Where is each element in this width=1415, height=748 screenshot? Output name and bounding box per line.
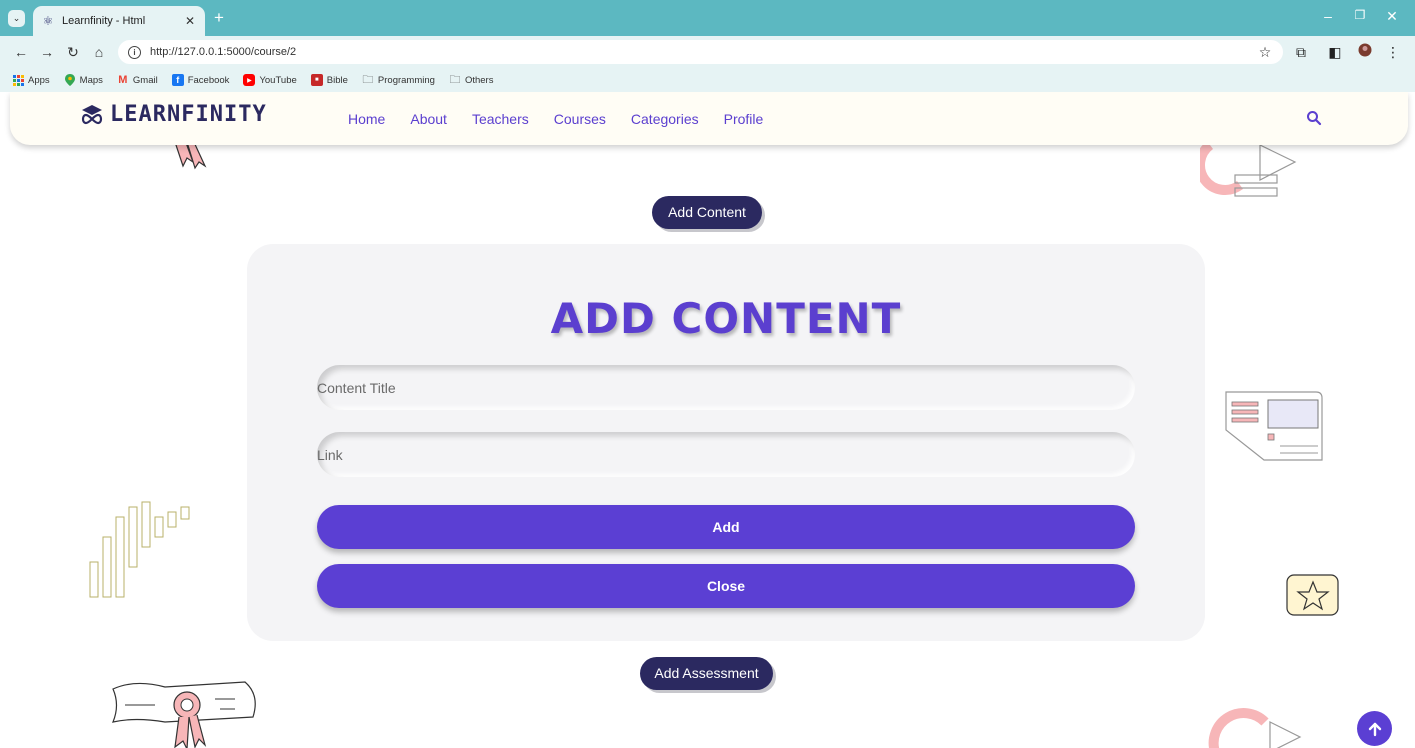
bookmark-youtube[interactable]: ▶ YouTube: [243, 74, 297, 86]
facebook-icon: f: [171, 74, 184, 86]
bookmark-star-icon[interactable]: ☆: [1256, 43, 1274, 61]
site-header: LEARNFINITY Home About Teachers Courses …: [10, 92, 1408, 145]
nav-teachers[interactable]: Teachers: [472, 111, 529, 127]
bookmark-label: Bible: [326, 74, 348, 86]
nav-home[interactable]: Home: [348, 111, 385, 127]
diploma-decoration-icon: [112, 681, 256, 748]
arrow-up-icon: [1368, 722, 1381, 736]
nav-courses[interactable]: Courses: [554, 111, 606, 127]
add-content-button[interactable]: Add Content: [652, 196, 762, 229]
folder-icon: 🗀: [449, 73, 461, 86]
bookmark-label: Programming: [377, 74, 435, 86]
address-bar[interactable]: i http://127.0.0.1:5000/course/2: [118, 40, 1283, 64]
browser-tab-bar: ⌄ ⚛ Learnfinity - Html ✕ + – ❐ ✕: [0, 0, 1415, 36]
home-icon[interactable]: ⌂: [90, 43, 108, 61]
bookmark-label: Others: [464, 74, 494, 86]
tab-search-chevron-icon[interactable]: ⌄: [8, 10, 25, 27]
browser-tab[interactable]: ⚛ Learnfinity - Html ✕: [33, 6, 205, 36]
maps-pin-icon: [64, 74, 76, 86]
window-close-icon[interactable]: ✕: [1382, 8, 1402, 25]
document-decoration-icon: [1225, 391, 1323, 461]
scroll-to-top-button[interactable]: [1357, 711, 1392, 746]
add-button[interactable]: Add: [317, 505, 1135, 549]
nav-categories[interactable]: Categories: [631, 111, 699, 127]
nav-about[interactable]: About: [410, 111, 447, 127]
bible-icon: ■: [310, 74, 323, 86]
bookmark-label: Facebook: [187, 74, 230, 86]
magnifier-decoration-bottom-icon: [1208, 708, 1302, 748]
site-logo[interactable]: LEARNFINITY: [80, 102, 267, 127]
page-body: LEARNFINITY Home About Teachers Courses …: [0, 92, 1415, 748]
content-title-input[interactable]: [317, 365, 1135, 410]
bookmark-apps[interactable]: Apps: [12, 74, 50, 86]
menu-kebab-icon[interactable]: ⋮: [1384, 43, 1402, 61]
forward-arrow-icon[interactable]: →: [38, 43, 56, 61]
folder-icon: 🗀: [362, 73, 374, 86]
bookmark-facebook[interactable]: f Facebook: [171, 74, 230, 86]
form-heading: ADD CONTENT: [550, 294, 902, 343]
bookmarks-bar: Apps Maps M Gmail f Facebook ▶ YouTube ■…: [0, 68, 1415, 92]
tab-close-icon[interactable]: ✕: [183, 14, 197, 28]
magnifier-decoration-icon: [1200, 141, 1297, 197]
bookmark-bible[interactable]: ■ Bible: [310, 74, 348, 86]
nav-profile[interactable]: Profile: [724, 111, 764, 127]
bookmark-programming[interactable]: 🗀 Programming: [362, 74, 435, 86]
add-content-form: ADD CONTENT Add Close: [247, 244, 1205, 641]
bookmark-label: Gmail: [132, 74, 158, 86]
side-panel-icon[interactable]: ◧: [1326, 43, 1344, 61]
bookmark-others[interactable]: 🗀 Others: [449, 73, 494, 86]
bookmark-gmail[interactable]: M Gmail: [117, 74, 158, 86]
learnfinity-logo-icon: [81, 104, 103, 124]
extensions-icon[interactable]: ⧉: [1292, 43, 1310, 61]
search-icon[interactable]: [1306, 110, 1322, 126]
reload-icon[interactable]: ↻: [64, 43, 82, 61]
learnfinity-favicon-icon: ⚛: [42, 14, 54, 28]
minimize-icon[interactable]: –: [1318, 8, 1338, 24]
tab-title: Learnfinity - Html: [62, 15, 146, 27]
youtube-icon: ▶: [243, 74, 256, 86]
star-decoration-icon: [1286, 574, 1339, 616]
main-nav: Home About Teachers Courses Categories P…: [348, 111, 788, 127]
gmail-icon: M: [118, 74, 128, 86]
link-input[interactable]: [317, 432, 1135, 477]
bar-chart-decoration-icon: [89, 501, 190, 598]
url-text: http://127.0.0.1:5000/course/2: [150, 46, 297, 58]
bookmark-label: YouTube: [259, 74, 297, 86]
profile-avatar-icon[interactable]: [1356, 43, 1374, 61]
apps-grid-icon: [12, 74, 24, 86]
bookmark-label: Apps: [28, 74, 50, 86]
browser-toolbar: ← → ↻ ⌂ i http://127.0.0.1:5000/course/2…: [0, 36, 1415, 68]
back-arrow-icon[interactable]: ←: [12, 43, 30, 61]
logo-text: LEARNFINITY: [110, 102, 267, 127]
restore-icon[interactable]: ❐: [1350, 8, 1370, 22]
bookmark-label: Maps: [79, 74, 103, 86]
close-button[interactable]: Close: [317, 564, 1135, 608]
site-info-icon[interactable]: i: [128, 45, 141, 59]
new-tab-icon[interactable]: +: [210, 9, 228, 27]
bookmark-maps[interactable]: Maps: [64, 74, 103, 86]
add-assessment-button[interactable]: Add Assessment: [640, 657, 773, 690]
